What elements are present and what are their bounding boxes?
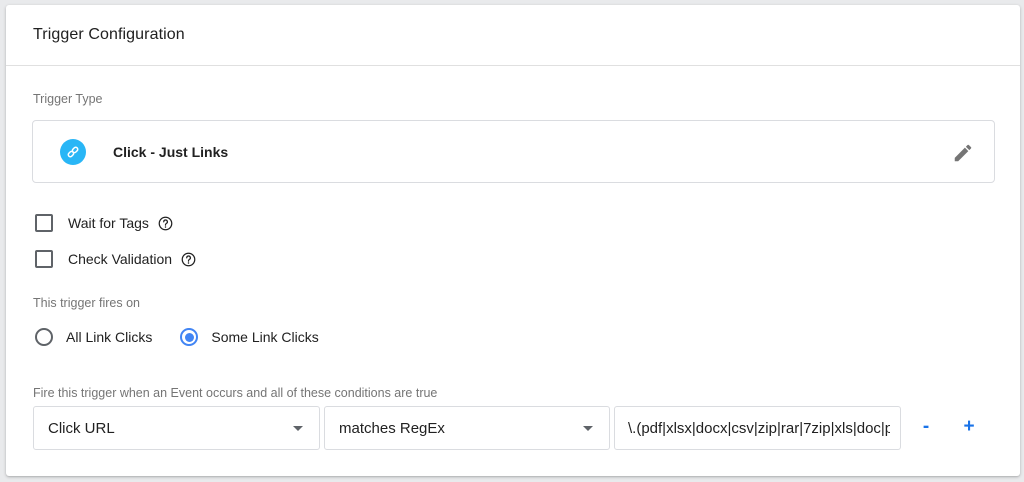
fires-on-radio-group: All Link Clicks Some Link Clicks [35,325,319,349]
card-title: Trigger Configuration [33,26,185,43]
some-link-clicks-radio[interactable] [180,328,199,346]
trigger-type-label: Trigger Type [33,92,103,106]
radio-selected-dot [184,332,194,342]
help-icon[interactable] [181,252,196,267]
all-link-clicks-option[interactable]: All Link Clicks [35,328,152,346]
all-link-clicks-radio[interactable] [35,328,53,346]
variable-select[interactable]: Click URL [33,406,320,450]
chevron-down-icon [293,426,303,431]
trigger-type-name: Click - Just Links [113,143,229,160]
trigger-configuration-card: Trigger Configuration Trigger Type Click… [6,5,1020,476]
check-validation-label: Check Validation [68,251,173,267]
check-validation-option: Check Validation [35,248,196,270]
operator-select[interactable]: matches RegEx [324,406,610,450]
add-condition-button[interactable]: + [958,416,980,438]
some-link-clicks-option[interactable]: Some Link Clicks [180,328,319,346]
wait-for-tags-option: Wait for Tags [35,212,173,234]
fires-on-label: This trigger fires on [33,296,140,310]
trigger-type-selector[interactable]: Click - Just Links [32,120,995,183]
condition-value-input[interactable] [614,406,901,450]
some-link-clicks-label: Some Link Clicks [211,329,319,345]
wait-for-tags-checkbox[interactable] [35,214,53,232]
pencil-icon[interactable] [952,142,974,164]
link-icon [60,138,86,165]
check-validation-checkbox[interactable] [35,250,53,268]
wait-for-tags-label: Wait for Tags [68,215,149,231]
help-icon[interactable] [158,216,173,231]
chevron-down-icon [583,426,593,431]
card-header: Trigger Configuration [6,5,1020,66]
operator-select-value: matches RegEx [339,419,445,437]
remove-condition-button[interactable]: - [915,416,937,438]
variable-select-value: Click URL [48,419,115,437]
conditions-label: Fire this trigger when an Event occurs a… [33,386,438,400]
all-link-clicks-label: All Link Clicks [66,329,153,345]
